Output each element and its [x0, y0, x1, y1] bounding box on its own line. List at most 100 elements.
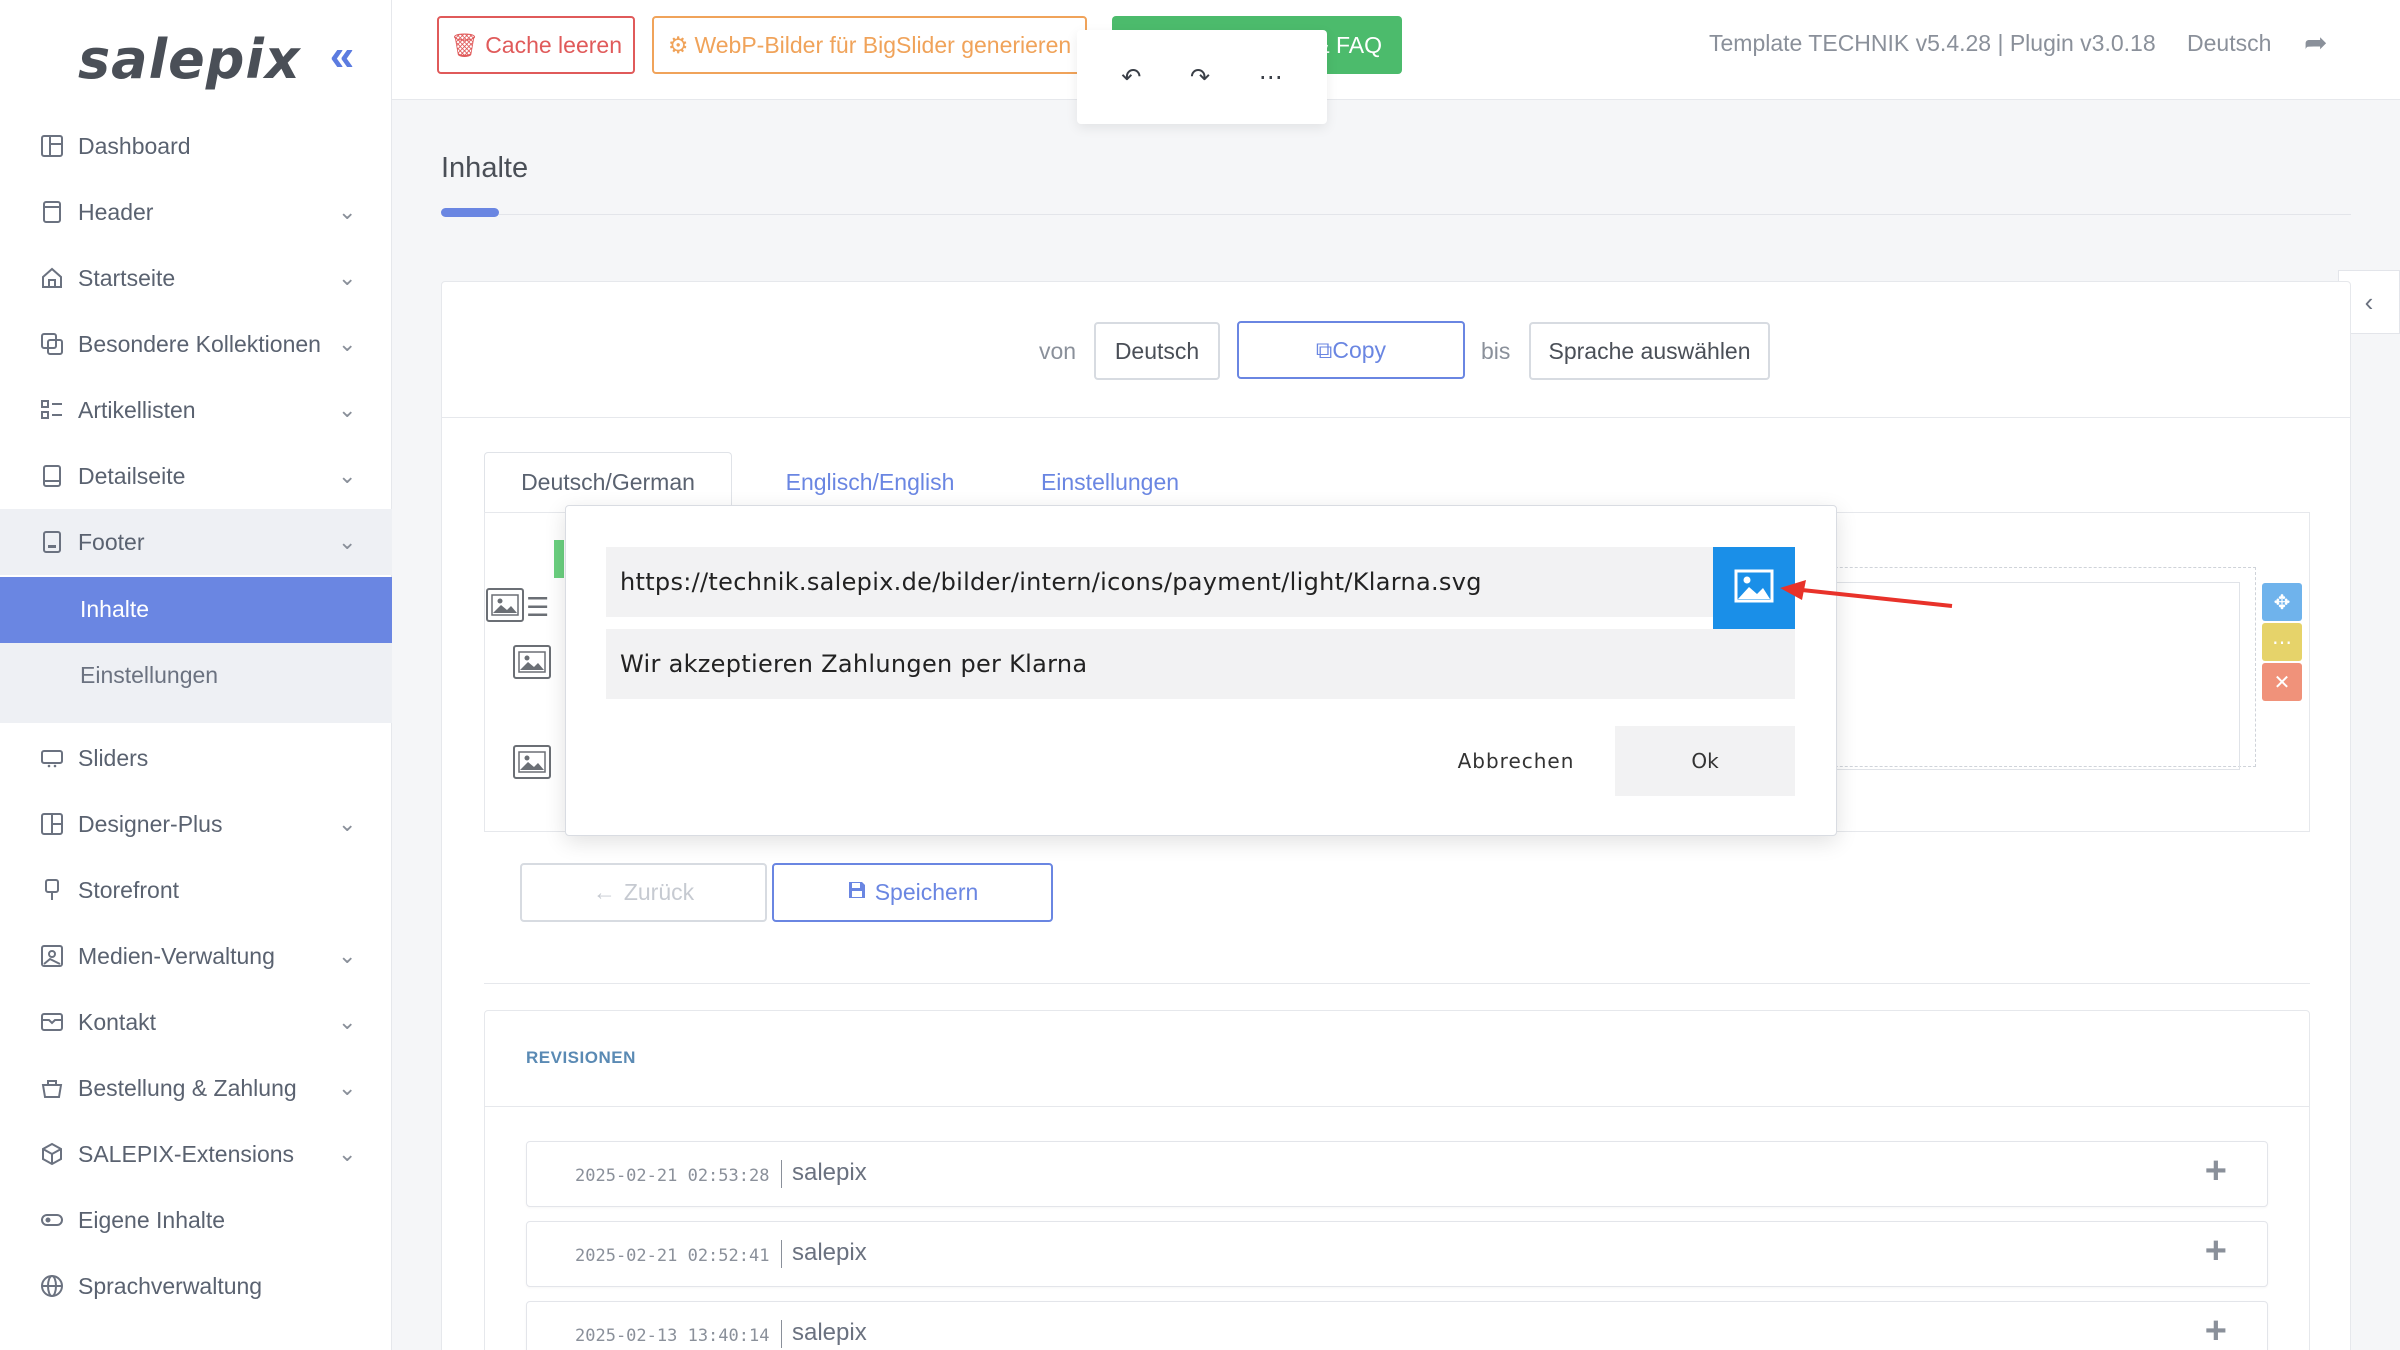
- globe-icon: [38, 1272, 66, 1300]
- image-block-icon[interactable]: [513, 645, 551, 679]
- expand-plus-icon[interactable]: +: [2205, 1230, 2227, 1273]
- sidebar-item-label: Eigene Inhalte: [78, 1206, 226, 1233]
- tab-einstellungen[interactable]: Einstellungen: [1010, 452, 1210, 512]
- copy-button[interactable]: ⧉ Copy: [1237, 321, 1465, 379]
- tab-englisch[interactable]: Englisch/English: [760, 452, 980, 512]
- chevron-down-icon: ⌄: [338, 1075, 357, 1100]
- collapse-sidebar-icon[interactable]: «: [322, 34, 362, 78]
- sidebar-item-startseite[interactable]: Startseite ⌄: [0, 245, 392, 311]
- chevron-down-icon: ⌄: [338, 1009, 357, 1034]
- revision-date: 2025-02-21 02:53:28: [575, 1166, 770, 1186]
- undo-icon[interactable]: ↶: [1121, 63, 1141, 92]
- sidebar-item-sliders[interactable]: Sliders: [0, 725, 392, 791]
- sidebar: salepix « Dashboard Header ⌄ Startseite …: [0, 0, 392, 1350]
- section-divider: [484, 983, 2310, 984]
- redo-icon[interactable]: ↷: [1190, 63, 1210, 92]
- chevron-down-icon: ⌄: [338, 265, 357, 290]
- tab-label: Deutsch/German: [521, 469, 695, 495]
- version-info: Template TECHNIK v5.4.28 | Plugin v3.0.1…: [1709, 30, 2156, 56]
- save-button[interactable]: Speichern: [772, 863, 1053, 922]
- image-icon: [1734, 569, 1774, 608]
- image-edit-modal: https://technik.salepix.de/bilder/intern…: [565, 505, 1837, 836]
- sidebar-item-artikellisten[interactable]: Artikellisten ⌄: [0, 377, 392, 443]
- contact-icon: [38, 1008, 66, 1036]
- block-options-icon[interactable]: ⋯: [2262, 623, 2302, 661]
- sidebar-item-salepix-extensions[interactable]: SALEPIX-Extensions ⌄: [0, 1121, 392, 1187]
- sidebar-subitem-inhalte[interactable]: Inhalte: [0, 577, 392, 643]
- sidebar-item-label: Artikellisten: [78, 396, 196, 423]
- sidebar-item-label: Besondere Kollektionen: [78, 330, 321, 357]
- sidebar-item-label: Bestellung & Zahlung: [78, 1074, 297, 1101]
- sidebar-item-label: Sliders: [78, 744, 149, 771]
- language-selector[interactable]: Deutsch: [2187, 30, 2271, 57]
- chevron-down-icon: ⌄: [338, 331, 357, 356]
- page-title: Inhalte: [441, 152, 529, 184]
- back-button[interactable]: ← Zurück: [520, 863, 767, 922]
- cache-clear-button[interactable]: 🗑 Cache leeren: [437, 16, 635, 74]
- text-lines-icon: ☰: [526, 592, 550, 622]
- home-icon: [38, 264, 66, 292]
- revision-separator: [781, 1240, 782, 1268]
- revision-separator: [781, 1160, 782, 1188]
- revision-separator: [781, 1320, 782, 1348]
- logo-row: salepix «: [0, 0, 391, 124]
- cancel-button[interactable]: Abbrechen: [1436, 726, 1596, 796]
- sidebar-item-label: Sprachverwaltung: [78, 1272, 263, 1299]
- to-language-button[interactable]: Sprache auswählen: [1529, 322, 1770, 380]
- save-label: Speichern: [874, 879, 979, 905]
- copy-label: Copy: [1332, 336, 1387, 363]
- share-icon[interactable]: ➦: [2304, 26, 2327, 59]
- title-accent-bar: [441, 208, 499, 217]
- sidebar-item-footer[interactable]: Footer ⌄: [0, 509, 392, 575]
- green-marker: [554, 540, 564, 578]
- tab-deutsch[interactable]: Deutsch/German: [484, 452, 732, 512]
- sidebar-item-label: Dashboard: [78, 132, 191, 159]
- title-divider: [441, 214, 2351, 215]
- sidebar-item-detailseite[interactable]: Detailseite ⌄: [0, 443, 392, 509]
- trash-icon: 🗑: [449, 31, 480, 58]
- chevron-down-icon: ⌄: [338, 463, 357, 488]
- collections-icon: [38, 330, 66, 358]
- sidebar-item-eigene-inhalte[interactable]: Eigene Inhalte: [0, 1187, 392, 1253]
- box-icon: [38, 1140, 66, 1168]
- sidebar-item-sprachverwaltung[interactable]: Sprachverwaltung: [0, 1253, 392, 1319]
- from-language-button[interactable]: Deutsch: [1094, 322, 1220, 380]
- cache-clear-label: Cache leeren: [485, 31, 622, 58]
- sidebar-item-label: Medien-Verwaltung: [78, 942, 275, 969]
- expand-plus-icon[interactable]: +: [2205, 1310, 2227, 1350]
- sidebar-item-besondere-kollektionen[interactable]: Besondere Kollektionen ⌄: [0, 311, 392, 377]
- image-text-block-icon[interactable]: [486, 588, 524, 622]
- sidebar-item-designer-plus[interactable]: Designer-Plus ⌄: [0, 791, 392, 857]
- to-language-value: Sprache auswählen: [1548, 337, 1751, 364]
- chevron-down-icon: ⌄: [338, 1141, 357, 1166]
- move-block-icon[interactable]: ✥: [2262, 583, 2302, 621]
- image-block-icon[interactable]: [513, 745, 551, 779]
- sidebar-item-dashboard[interactable]: Dashboard: [0, 113, 392, 179]
- ok-button[interactable]: Ok: [1615, 726, 1795, 796]
- delete-block-icon[interactable]: ✕: [2262, 663, 2302, 701]
- to-label: bis: [1481, 338, 1511, 364]
- chevron-down-icon: ⌄: [338, 199, 357, 224]
- chevron-down-icon: ⌄: [338, 397, 357, 422]
- sidebar-item-header[interactable]: Header ⌄: [0, 179, 392, 245]
- sidebar-item-medien-verwaltung[interactable]: Medien-Verwaltung ⌄: [0, 923, 392, 989]
- sidebar-item-storefront[interactable]: Storefront: [0, 857, 392, 923]
- webp-generate-button[interactable]: ⚙ WebP-Bilder für BigSlider generieren: [652, 16, 1087, 74]
- sidebar-item-label: SALEPIX-Extensions: [78, 1140, 295, 1167]
- image-url-input[interactable]: https://technik.salepix.de/bilder/intern…: [606, 547, 1713, 617]
- dashboard-icon: [38, 132, 66, 160]
- chevron-down-icon: ⌄: [338, 943, 357, 968]
- more-icon[interactable]: ⋯: [1259, 63, 1283, 92]
- revisions-divider: [484, 1106, 2310, 1107]
- expand-plus-icon[interactable]: +: [2205, 1150, 2227, 1193]
- sidebar-item-kontakt[interactable]: Kontakt ⌄: [0, 989, 392, 1055]
- revision-user: salepix: [792, 1239, 867, 1266]
- revision-row[interactable]: 2025-02-21 02:52:41 salepix +: [526, 1221, 2268, 1287]
- revision-row[interactable]: 2025-02-13 13:40:14 salepix +: [526, 1301, 2268, 1350]
- revision-row[interactable]: 2025-02-21 02:53:28 salepix +: [526, 1141, 2268, 1207]
- sidebar-subitem-einstellungen[interactable]: Einstellungen: [0, 643, 392, 723]
- sidebar-item-bestellung-zahlung[interactable]: Bestellung & Zahlung ⌄: [0, 1055, 392, 1121]
- image-alt-input[interactable]: Wir akzeptieren Zahlungen per Klarna: [606, 629, 1795, 699]
- revision-user: salepix: [792, 1319, 867, 1346]
- sidebar-item-label: Designer-Plus: [78, 810, 223, 837]
